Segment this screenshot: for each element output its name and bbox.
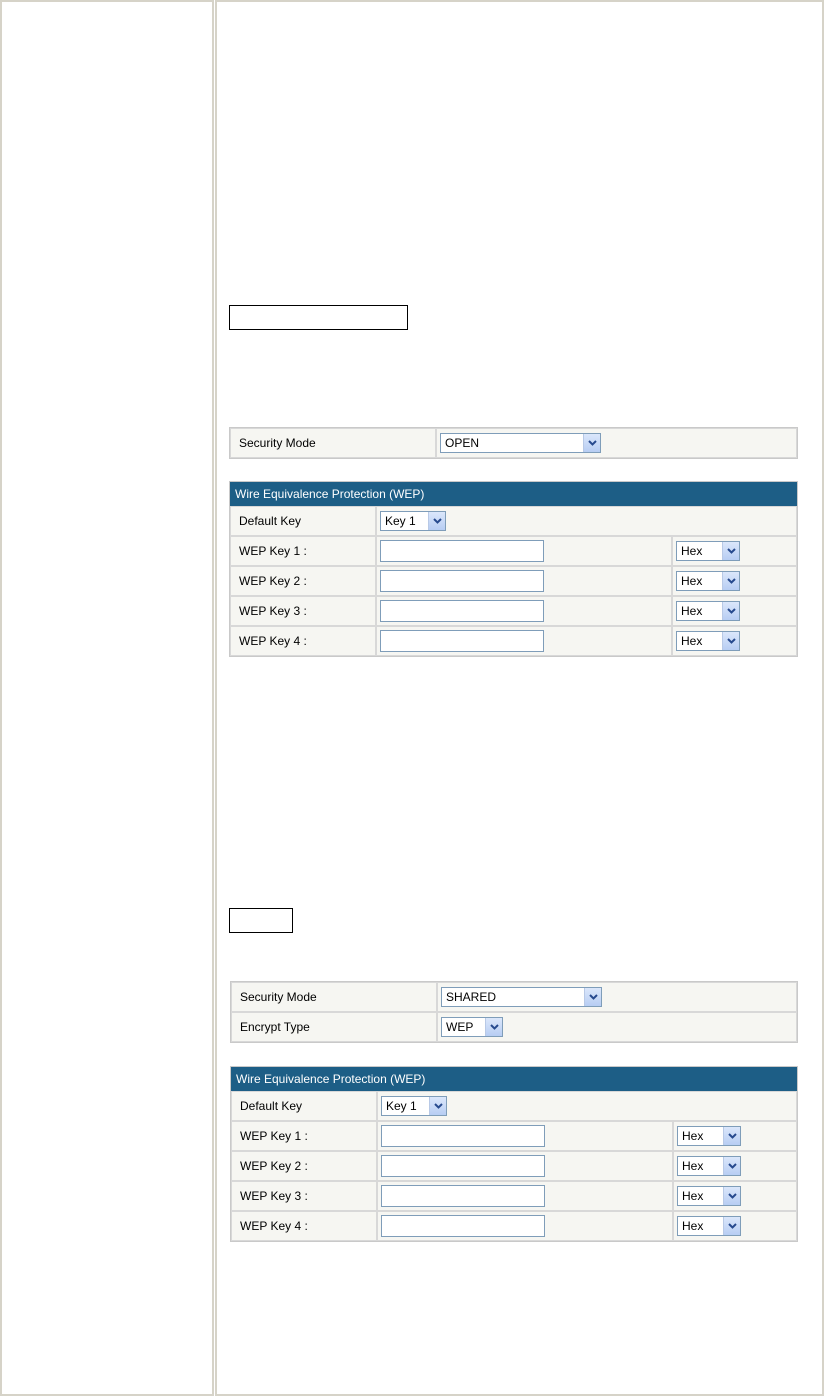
wep-key-2-label: WEP Key 2 :: [230, 566, 376, 596]
security-mode-select[interactable]: OPEN: [440, 433, 601, 453]
chevron-down-icon[interactable]: [722, 572, 739, 590]
wep-key-2-input[interactable]: [380, 570, 544, 592]
default-key-select[interactable]: Key 1: [381, 1096, 447, 1116]
wep-key-3-label: WEP Key 3 :: [230, 596, 376, 626]
select-value: Key 1: [385, 514, 416, 528]
wep-key-2-format-select[interactable]: Hex: [676, 571, 740, 591]
wep-key-3-format-select[interactable]: Hex: [677, 1186, 741, 1206]
wep-key-3-format-select[interactable]: Hex: [676, 601, 740, 621]
chevron-down-icon[interactable]: [723, 1127, 740, 1145]
select-value: Hex: [682, 1189, 704, 1203]
select-value: Hex: [681, 574, 703, 588]
wep-key-4-label: WEP Key 4 :: [231, 1211, 377, 1241]
chevron-down-icon[interactable]: [485, 1018, 502, 1036]
wep-header: Wire Equivalence Protection (WEP): [231, 1067, 797, 1091]
default-key-select[interactable]: Key 1: [380, 511, 446, 531]
wep-key-1-format-select[interactable]: Hex: [677, 1126, 741, 1146]
security-mode-label: Security Mode: [231, 982, 437, 1012]
select-value: Hex: [682, 1159, 704, 1173]
blank-label-box: [229, 305, 408, 330]
select-value: Hex: [682, 1129, 704, 1143]
wep-header: Wire Equivalence Protection (WEP): [230, 482, 797, 506]
select-value: OPEN: [445, 436, 480, 450]
chevron-down-icon[interactable]: [723, 1157, 740, 1175]
shared-wep-table: Wire Equivalence Protection (WEP) Defaul…: [230, 1066, 798, 1242]
encrypt-type-label: Encrypt Type: [231, 1012, 437, 1042]
chevron-down-icon[interactable]: [722, 542, 739, 560]
open-security-mode-table: Security Mode OPEN: [229, 427, 798, 459]
wep-key-4-input[interactable]: [381, 1215, 545, 1237]
default-key-label: Default Key: [230, 506, 376, 536]
wep-key-3-label: WEP Key 3 :: [231, 1181, 377, 1211]
chevron-down-icon[interactable]: [723, 1217, 740, 1235]
wep-key-4-format-select[interactable]: Hex: [677, 1216, 741, 1236]
wep-key-1-format-select[interactable]: Hex: [676, 541, 740, 561]
wep-key-1-input[interactable]: [380, 540, 544, 562]
default-key-label: Default Key: [231, 1091, 377, 1121]
chevron-down-icon[interactable]: [429, 1097, 446, 1115]
chevron-down-icon[interactable]: [723, 1187, 740, 1205]
security-mode-label: Security Mode: [230, 428, 436, 458]
wep-key-4-format-select[interactable]: Hex: [676, 631, 740, 651]
select-value: WEP: [446, 1020, 474, 1034]
wep-key-1-label: WEP Key 1 :: [231, 1121, 377, 1151]
wep-key-3-input[interactable]: [380, 600, 544, 622]
encrypt-type-select[interactable]: WEP: [441, 1017, 503, 1037]
wep-key-4-label: WEP Key 4 :: [230, 626, 376, 656]
shared-security-mode-table: Security Mode SHARED Encrypt Type WEP: [230, 981, 798, 1043]
security-mode-select[interactable]: SHARED: [441, 987, 602, 1007]
chevron-down-icon[interactable]: [583, 434, 600, 452]
wep-key-1-label: WEP Key 1 :: [230, 536, 376, 566]
chevron-down-icon[interactable]: [722, 602, 739, 620]
left-frame: [0, 0, 214, 1396]
select-value: Hex: [681, 604, 703, 618]
wep-key-1-input[interactable]: [381, 1125, 545, 1147]
wep-key-2-format-select[interactable]: Hex: [677, 1156, 741, 1176]
wep-key-3-input[interactable]: [381, 1185, 545, 1207]
wep-key-4-input[interactable]: [380, 630, 544, 652]
wep-key-2-input[interactable]: [381, 1155, 545, 1177]
select-value: Hex: [681, 634, 703, 648]
select-value: Hex: [682, 1219, 704, 1233]
select-value: Key 1: [386, 1099, 417, 1113]
open-wep-table: Wire Equivalence Protection (WEP) Defaul…: [229, 481, 798, 657]
select-value: Hex: [681, 544, 703, 558]
chevron-down-icon[interactable]: [584, 988, 601, 1006]
chevron-down-icon[interactable]: [722, 632, 739, 650]
chevron-down-icon[interactable]: [428, 512, 445, 530]
wep-key-2-label: WEP Key 2 :: [231, 1151, 377, 1181]
blank-label-box: [229, 908, 293, 933]
select-value: SHARED: [446, 990, 497, 1004]
